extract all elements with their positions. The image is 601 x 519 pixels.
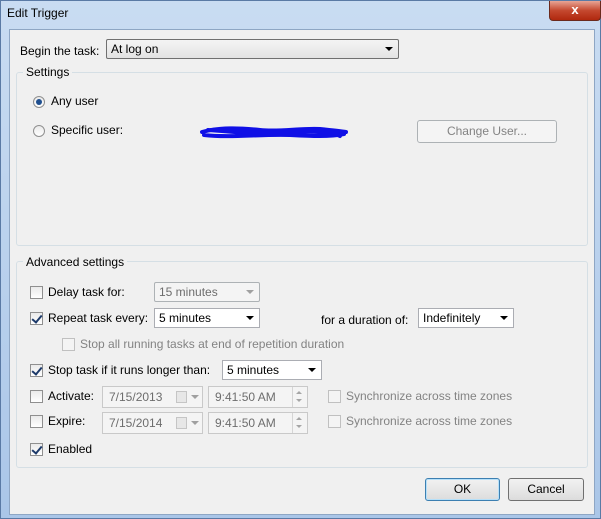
cancel-button[interactable]: Cancel: [508, 478, 584, 501]
expire-time-value: 9:41:50 AM: [215, 416, 276, 430]
stop-task-checkbox[interactable]: [30, 364, 43, 377]
activate-time-field[interactable]: 9:41:50 AM: [208, 386, 308, 408]
expire-date-value: 7/15/2014: [109, 416, 163, 430]
calendar-icon: [176, 391, 187, 403]
close-icon: x: [571, 2, 579, 17]
activate-date-picker[interactable]: 7/15/2013: [102, 386, 203, 408]
begin-task-label: Begin the task:: [20, 44, 100, 58]
repeat-task-checkbox[interactable]: [30, 312, 43, 325]
enabled-label[interactable]: Enabled: [48, 442, 92, 456]
activate-label[interactable]: Activate:: [48, 389, 94, 403]
stop-all-tasks-label: Stop all running tasks at end of repetit…: [80, 337, 345, 351]
advanced-settings-label: Advanced settings: [23, 255, 128, 269]
delay-task-label[interactable]: Delay task for:: [48, 285, 125, 299]
stop-all-tasks-checkbox[interactable]: [62, 338, 75, 351]
edit-trigger-window: Edit Trigger x Begin the task: At log on…: [0, 0, 601, 519]
chevron-down-icon: [308, 368, 316, 372]
duration-select[interactable]: Indefinitely: [418, 308, 514, 328]
delay-task-select[interactable]: 15 minutes: [154, 282, 260, 302]
window-title: Edit Trigger: [7, 6, 69, 20]
begin-task-value: At log on: [111, 42, 159, 56]
change-user-button[interactable]: Change User...: [417, 120, 557, 143]
delay-task-checkbox[interactable]: [30, 286, 43, 299]
activate-date-value: 7/15/2013: [109, 390, 163, 404]
settings-group: [16, 72, 588, 246]
chevron-down-icon: [191, 421, 199, 425]
any-user-radio[interactable]: [33, 96, 45, 108]
duration-label: for a duration of:: [321, 313, 409, 327]
dialog-body: Begin the task: At log on Settings Any u…: [9, 29, 595, 515]
activate-checkbox[interactable]: [30, 390, 43, 403]
chevron-down-icon: [385, 47, 393, 51]
enabled-checkbox[interactable]: [30, 443, 43, 456]
chevron-down-icon: [246, 316, 254, 320]
expire-sync-label: Synchronize across time zones: [346, 414, 513, 428]
calendar-icon: [176, 417, 187, 429]
repeat-interval-select[interactable]: 5 minutes: [154, 308, 260, 328]
expire-checkbox[interactable]: [30, 415, 43, 428]
chevron-down-icon: [246, 290, 254, 294]
expire-sync-checkbox[interactable]: [328, 415, 341, 428]
stop-task-label[interactable]: Stop task if it runs longer than:: [48, 363, 210, 377]
specific-user-radio[interactable]: [33, 125, 45, 137]
close-button[interactable]: x: [549, 1, 601, 21]
chevron-down-icon: [191, 395, 199, 399]
activate-time-value: 9:41:50 AM: [215, 390, 276, 404]
expire-date-picker[interactable]: 7/15/2014: [102, 412, 203, 434]
stop-task-select[interactable]: 5 minutes: [222, 360, 322, 380]
duration-value: Indefinitely: [423, 311, 481, 325]
delay-task-value: 15 minutes: [159, 285, 218, 299]
expire-label[interactable]: Expire:: [48, 414, 85, 428]
settings-group-label: Settings: [23, 65, 73, 79]
activate-sync-checkbox[interactable]: [328, 390, 341, 403]
expire-time-field[interactable]: 9:41:50 AM: [208, 412, 308, 434]
time-spinner-icon[interactable]: [292, 387, 307, 407]
redacted-username: [200, 126, 348, 139]
specific-user-label[interactable]: Specific user:: [51, 123, 123, 137]
stop-task-value: 5 minutes: [227, 363, 280, 377]
begin-task-select[interactable]: At log on: [106, 39, 399, 59]
chevron-down-icon: [500, 316, 508, 320]
time-spinner-icon[interactable]: [292, 413, 307, 433]
ok-button[interactable]: OK: [425, 478, 500, 501]
repeat-task-label[interactable]: Repeat task every:: [48, 311, 148, 325]
any-user-label[interactable]: Any user: [51, 94, 98, 108]
activate-sync-label: Synchronize across time zones: [346, 389, 513, 403]
repeat-interval-value: 5 minutes: [159, 311, 212, 325]
